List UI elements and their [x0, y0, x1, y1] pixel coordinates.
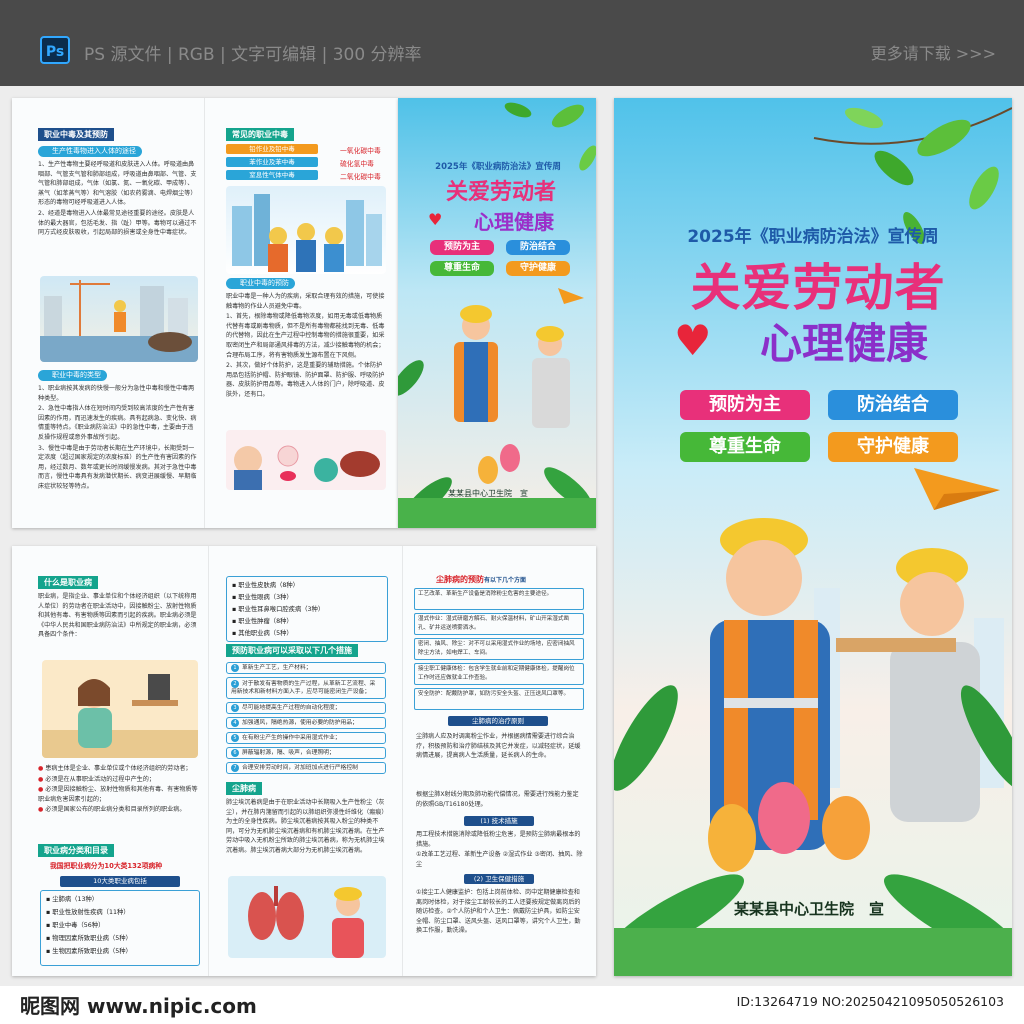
- paragraph: 用工程技术措施消除或降低粉尘危害，是预防尘肺病最根本的措施。 ①改革工艺过程、革…: [416, 831, 583, 868]
- cover-panel: 2025年《职业病防治法》宣传周 关爱劳动者 心理健康 ♥ 预防为主 防治结合 …: [614, 98, 1012, 976]
- section-title: 职业中毒及其预防: [38, 128, 114, 141]
- office-worker-illustration: [42, 660, 198, 758]
- section-title: 职业病分类和目录: [38, 844, 114, 857]
- chip-label: 硫化氢中毒: [340, 160, 374, 168]
- category-item: ▪ 生物因素所致职业病（5种）: [46, 948, 132, 955]
- chip: 苯作业及苯中毒: [226, 157, 318, 167]
- organization-label: 某某县中心卫生院 宣: [734, 900, 885, 918]
- pill: 预防为主: [430, 240, 494, 255]
- paragraph: 1、职业病按其发病的快慢一般分为急性中毒和慢性中毒两种类型。 2、急性中毒指人体…: [38, 385, 197, 490]
- pill: 守护健康: [506, 261, 570, 276]
- category-item: ▪ 职业性皮肤病（8种）: [232, 582, 299, 589]
- pill: 尊重生命: [680, 432, 810, 462]
- category-item: ▪ 其他职业病（5种）: [232, 630, 293, 637]
- measure-item: 6 屏蔽辐射源，隔、吸声，合理照明；: [226, 747, 386, 759]
- condition-list: ● 患病主体是企业、事业单位或个体经济组织的劳动者； ● 必须是在从事职业活动的…: [38, 765, 198, 814]
- band-title: (1) 技术措施: [464, 816, 534, 826]
- paragraph: 职业中毒是一种人为的疾病，采取合理有效的措施，可使接触毒物的作业人员避免中毒。 …: [226, 293, 385, 398]
- pill: 守护健康: [828, 432, 958, 462]
- prevention-box: 湿式作业：湿式研磨方解石、耐火保温材料，矿山开采湿式凿孔、矿井运送喷雾洒水。: [414, 613, 584, 635]
- pill: 预防为主: [680, 390, 810, 420]
- red-heading: 我国把职业病分为10大类132项病种: [50, 862, 163, 870]
- fold-line: [208, 546, 209, 976]
- section-title: 尘肺病: [226, 782, 262, 795]
- lung-illustration: [228, 876, 386, 958]
- pill: 防治结合: [828, 390, 958, 420]
- pill: 尊重生命: [430, 261, 494, 276]
- week-label: 2025年《职业病防治法》宣传周: [687, 227, 939, 247]
- band-title: 尘肺病的治疗原则: [448, 716, 548, 726]
- measure-item: 2 对于散发有害物质的生产过程，从革新工艺流程、采用新技术和新材料方面入手，应尽可…: [226, 677, 386, 699]
- disease-illustration: [226, 430, 386, 490]
- category-item: ▪ 职业中毒（56种）: [46, 922, 105, 929]
- chip-label: 二氧化碳中毒: [340, 173, 381, 181]
- construction-illustration: [40, 276, 198, 362]
- heart-icon: ♥: [428, 210, 443, 229]
- category-item: ▪ 职业性放射性疾病（11种）: [46, 909, 130, 916]
- paragraph: 根据尘肺X射线分期及肺功能代偿情况，需要进行残能力鉴定的依照GB/T16180处…: [416, 791, 579, 808]
- week-label: 2025年《职业病防治法》宣传周: [435, 162, 561, 172]
- subsection-title: 职业中毒的类型: [38, 370, 107, 381]
- paragraph: 肺尘埃沉着病是由于在职业活动中长期吸入生产性粉尘（灰尘），并在肺内潴留而引起的以…: [226, 799, 388, 854]
- category-item: ▪ 尘肺病（13种）: [46, 896, 99, 903]
- chip-label: 一氧化碳中毒: [340, 147, 381, 155]
- fold-line: [204, 98, 205, 528]
- brochure-inner-bottom: 什么是职业病 职业病，是指企业、事业单位和个体经济组织（以下统称用人单位）的劳动…: [12, 546, 596, 976]
- download-link[interactable]: 更多请下载 >>>: [871, 40, 996, 64]
- section-title: 预防职业病可以采取以下几个措施: [226, 644, 358, 657]
- photoshop-icon: Ps: [40, 36, 70, 64]
- paragraph: 1、生产性毒物主要经呼吸道和皮肤进入人体。呼吸道由鼻咽部、气管支气管和肺部组成，…: [38, 161, 197, 237]
- chip: 铅作业及铅中毒: [226, 144, 318, 154]
- headline-2: 心理健康: [474, 210, 554, 234]
- measure-item: 4 加强通风，隔绝热源，使用必要的防护用品；: [226, 717, 386, 729]
- measure-item: 5 在有粉尘产生的操作中采用湿式作业；: [226, 732, 386, 744]
- section-title: 常见的职业中毒: [226, 128, 294, 141]
- heart-icon: ♥: [674, 316, 712, 365]
- brochure-inner-top: 职业中毒及其预防 生产性毒物进入人体的途径 1、生产性毒物主要经呼吸道和皮肤进入…: [12, 98, 398, 528]
- chip: 窒息性气体中毒: [226, 170, 318, 180]
- prevention-box: 工艺改革、革新生产设备是消除粉尘危害的主要途径。: [414, 588, 584, 610]
- watermark-id: ID:13264719 NO:20250421095050526103: [736, 994, 1004, 1009]
- measure-item: 7 合理安排劳动时间，对加班加点进行严格控制: [226, 762, 386, 774]
- pill: 防治结合: [506, 240, 570, 255]
- category-item: ▪ 物理因素所致职业病（5种）: [46, 935, 132, 942]
- paragraph: 职业病，是指企业、事业单位和个体经济组织（以下统称用人单位）的劳动者在职业活动中…: [38, 593, 197, 639]
- band-title: (2) 卫生保健措施: [464, 874, 534, 884]
- headline-2: 心理健康: [759, 319, 928, 368]
- subsection-title: 生产性毒物进入人体的途径: [38, 146, 142, 157]
- paragraph: 尘肺病人应及时调离粉尘作业，并根据病情需要进行综合治疗，积极预防和治疗肺结核及其…: [416, 733, 581, 760]
- category-bar: 10大类职业病包括: [60, 876, 180, 887]
- watermark-logo: 昵图网 www.nipic.com: [20, 994, 257, 1018]
- headline-1: 关爱劳动者: [445, 180, 556, 205]
- category-item: ▪ 职业性眼病（3种）: [232, 594, 293, 601]
- fold-line: [402, 546, 403, 976]
- measure-item: 1 革新生产工艺，生产材料；: [226, 662, 386, 674]
- prevention-box: 密闭、抽风、除尘：对不可以采用湿式作业的场地，应密闭抽风除尘方法，如电焊工、车间…: [414, 638, 584, 660]
- paragraph: ①接尘工人健康监护：包括上岗前体检、岗中定期健康检查和离岗时体检，对于接尘工龄较…: [416, 889, 581, 935]
- file-info-text: PS 源文件 | RGB | 文字可编辑 | 300 分辨率: [84, 45, 422, 65]
- category-item: ▪ 职业性耳鼻喉口腔疾病（3种）: [232, 606, 325, 613]
- prevention-box: 安全防护：配戴防护罩，如防污安全头盔、正压送风口罩等。: [414, 688, 584, 710]
- organization-label: 某某县中心卫生院 宣: [448, 489, 528, 498]
- small-cover-panel: 2025年《职业病防治法》宣传周 关爱劳动者 心理健康 ♥ 预防为主 防治结合 …: [398, 98, 596, 528]
- section-title: 尘肺病的预防有以下几个方面: [436, 575, 527, 584]
- category-item: ▪ 职业性肿瘤（8种）: [232, 618, 293, 625]
- prevention-box: 接尘职工健康体检：包含学生就业前和定期健康体检，提醒岗位工作时还应做就业工作查验…: [414, 663, 584, 685]
- subsection-title: 职业中毒的预防: [226, 278, 295, 289]
- workers-illustration: [226, 186, 386, 274]
- section-title: 什么是职业病: [38, 576, 98, 589]
- measure-item: 3 尽可能地提高生产过程的自动化程度；: [226, 702, 386, 714]
